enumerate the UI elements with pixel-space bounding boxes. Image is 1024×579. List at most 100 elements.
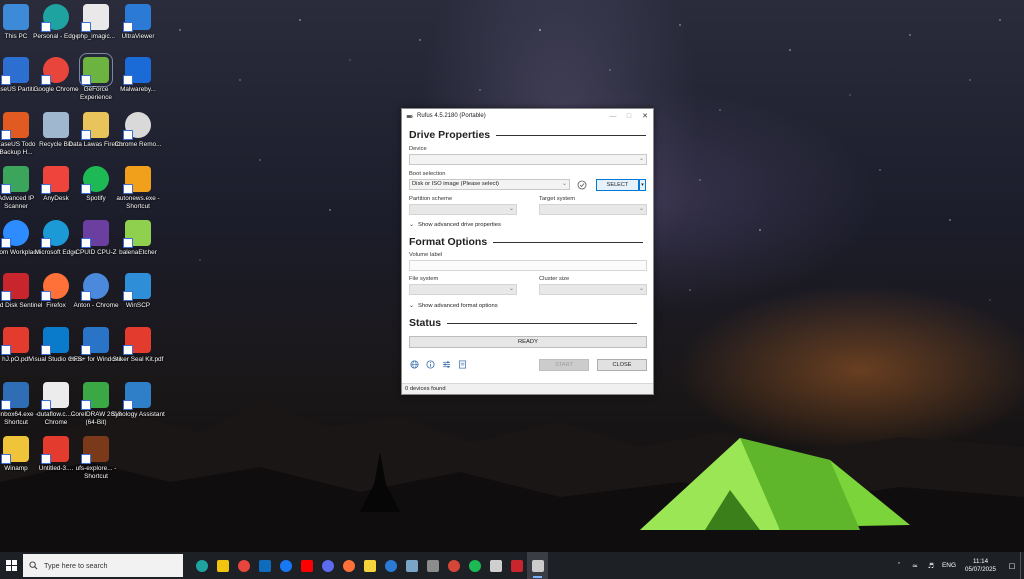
check-hash-icon[interactable]	[577, 180, 587, 190]
winbox-icon	[1, 382, 29, 410]
file-system-dropdown[interactable]: ⌄	[409, 284, 517, 295]
close-button[interactable]: CLOSE	[597, 359, 647, 371]
chevron-down-icon: ⌄	[508, 286, 514, 292]
hdd-sentinel-icon	[1, 273, 29, 301]
desktop-icon[interactable]: balenaEtcher	[117, 220, 159, 257]
desktop-icon[interactable]: Advanced IP Scanner	[0, 166, 37, 210]
spotify-icon	[81, 166, 109, 194]
info-icon[interactable]	[426, 360, 435, 369]
desktop-icon[interactable]: autonews.exe - Shortcut	[116, 166, 160, 210]
pdf-icon	[123, 327, 151, 355]
desktop-icon-label: Malwareby...	[120, 86, 156, 93]
desktop-icon[interactable]: GeForce Experience	[75, 53, 117, 101]
advanced-format-toggle[interactable]: ⌄ Show advanced format options	[409, 302, 498, 310]
ufs-explorer-icon	[81, 436, 109, 464]
pdf-icon	[41, 436, 69, 464]
taskbar-search-box[interactable]: Type here to search	[23, 554, 183, 577]
taskbar-chrome-button[interactable]	[233, 552, 254, 579]
maximize-icon[interactable]: □	[621, 113, 637, 120]
taskbar-firefox-button[interactable]	[338, 552, 359, 579]
wifi-icon[interactable]: ≈	[909, 562, 921, 570]
status-heading: Status	[409, 317, 638, 329]
desktop-icon[interactable]: UltraViewer	[117, 4, 159, 41]
taskbar-ultraviewer-button[interactable]	[380, 552, 401, 579]
volume-label-input[interactable]	[409, 260, 647, 271]
volume-icon[interactable]: ♬	[925, 562, 937, 570]
flag-icon	[510, 559, 523, 572]
boot-selection-label: Boot selection	[409, 171, 446, 177]
desktop-icon[interactable]: CorelDRAW 2018 (64-Bit)	[71, 382, 121, 426]
taskbar-outlook-button[interactable]	[254, 552, 275, 579]
desktop-icon[interactable]: EaseUS Todo Backup H...	[0, 112, 37, 156]
window-statusbar: 0 devices found	[402, 383, 653, 394]
device-dropdown[interactable]: ⌄	[409, 154, 647, 165]
taskbar-network-button[interactable]	[401, 552, 422, 579]
globe-icon[interactable]	[410, 360, 419, 369]
rufus-window[interactable]: Rufus 4.5.2180 (Portable) — □ ✕ Drive Pr…	[401, 108, 654, 395]
chrome-remote-icon	[123, 112, 151, 140]
taskbar-file-explorer-button[interactable]	[212, 552, 233, 579]
firefox-icon	[342, 559, 355, 572]
search-placeholder: Type here to search	[44, 561, 108, 570]
taskbar-apps	[191, 552, 548, 579]
taskbar-rufus-button[interactable]	[527, 552, 548, 579]
desktop-icon[interactable]: Malwareby...	[117, 57, 159, 94]
format-options-heading: Format Options	[409, 236, 644, 248]
taskbar-printer-button[interactable]	[422, 552, 443, 579]
anydesk-icon	[41, 166, 69, 194]
partition-scheme-label: Partition scheme	[409, 196, 453, 202]
todo-backup-icon	[1, 112, 29, 140]
wallpaper-tent	[640, 438, 910, 530]
clock-time: 11:14	[973, 557, 989, 565]
chevron-down-icon: ⌄	[638, 286, 644, 292]
drive-properties-heading: Drive Properties	[409, 129, 647, 141]
boot-selection-dropdown[interactable]: Disk or ISO image (Please select) ⌄	[409, 179, 570, 190]
language-indicator[interactable]: ENG	[942, 562, 956, 569]
desktop-icon[interactable]: Chrome Remo...	[115, 112, 161, 149]
status-progress-bar: READY	[409, 336, 647, 348]
settings-sliders-icon[interactable]	[442, 360, 451, 369]
search-icon	[29, 561, 38, 570]
taskbar-chrome-profile-button[interactable]	[443, 552, 464, 579]
taskbar-edge-button[interactable]	[191, 552, 212, 579]
minimize-icon[interactable]: —	[605, 113, 621, 120]
advanced-drive-toggle-label: Show advanced drive properties	[418, 221, 501, 228]
desktop-icon[interactable]: WinSCP	[117, 273, 159, 310]
taskbar-media-player-button[interactable]	[317, 552, 338, 579]
advanced-drive-toggle[interactable]: ⌄ Show advanced drive properties	[409, 221, 501, 229]
close-icon[interactable]: ✕	[637, 112, 653, 120]
section-divider	[496, 134, 647, 136]
cluster-size-dropdown[interactable]: ⌄	[539, 284, 647, 295]
autonews-icon	[123, 166, 151, 194]
coreldraw-icon	[81, 382, 109, 410]
desktop-icon[interactable]: Stiker Seal Kit.pdf	[113, 327, 163, 364]
log-icon[interactable]	[458, 360, 467, 369]
taskbar-youtube-button[interactable]	[296, 552, 317, 579]
taskbar-flag-button[interactable]	[506, 552, 527, 579]
select-button[interactable]: SELECT	[596, 179, 639, 191]
taskbar-sticky-notes-button[interactable]	[359, 552, 380, 579]
target-system-dropdown[interactable]: ⌄	[539, 204, 647, 215]
taskbar-facebook-button[interactable]	[275, 552, 296, 579]
edge-icon	[195, 559, 208, 572]
start-button[interactable]: START	[539, 359, 589, 371]
desktop-icon-label: UltraViewer	[121, 33, 155, 40]
desktop-icon-label: Chrome Remo...	[114, 141, 162, 148]
partition-scheme-dropdown[interactable]: ⌄	[409, 204, 517, 215]
firefox-icon	[41, 273, 69, 301]
select-split-dropdown[interactable]: ▾	[639, 179, 646, 191]
show-desktop-button[interactable]	[1020, 552, 1024, 579]
desktop-icon[interactable]: Synology Assistant	[111, 382, 165, 419]
taskbar-hdd-button[interactable]	[485, 552, 506, 579]
notification-icon[interactable]: □	[1006, 562, 1018, 570]
etcher-icon	[123, 220, 151, 248]
start-button[interactable]	[0, 552, 22, 579]
taskbar-spotify-button[interactable]	[464, 552, 485, 579]
window-titlebar[interactable]: Rufus 4.5.2180 (Portable) — □ ✕	[402, 109, 653, 123]
chevron-up-icon[interactable]: ˆ	[893, 562, 905, 570]
clock[interactable]: 11:14 05/07/2025	[965, 558, 996, 574]
media-player-icon	[321, 559, 334, 572]
network-icon	[405, 559, 418, 572]
section-divider	[447, 322, 638, 324]
desktop-icon[interactable]: ufs-explore... - Shortcut	[75, 436, 117, 480]
